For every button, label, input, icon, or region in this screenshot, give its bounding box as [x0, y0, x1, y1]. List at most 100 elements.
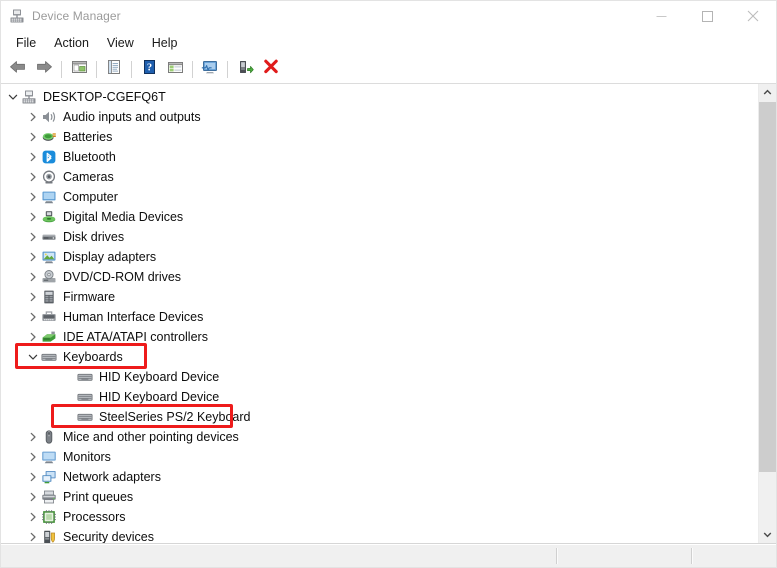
tree-row[interactable]: Print queues: [1, 487, 758, 507]
tree-row[interactable]: Keyboards: [1, 347, 758, 367]
tree-row[interactable]: IDE ATA/ATAPI controllers: [1, 327, 758, 347]
tree-row[interactable]: Human Interface Devices: [1, 307, 758, 327]
menu-file[interactable]: File: [7, 33, 45, 53]
back-button[interactable]: [6, 57, 30, 81]
help-button[interactable]: ?: [137, 57, 161, 81]
tree-row-label: Firmware: [63, 290, 116, 304]
chevron-right-icon[interactable]: [25, 509, 41, 525]
chevron-down-icon[interactable]: [25, 349, 41, 365]
tree-row[interactable]: Processors: [1, 507, 758, 527]
toolbar-separator: [61, 60, 62, 78]
scroll-down-button[interactable]: [759, 526, 776, 543]
minimize-icon: [656, 15, 666, 17]
menu-view[interactable]: View: [98, 33, 143, 53]
show-hide-console-tree-button[interactable]: [67, 57, 91, 81]
device-manager-icon: [9, 8, 25, 24]
tree-row[interactable]: Mice and other pointing devices: [1, 427, 758, 447]
device-tree-scroll-area[interactable]: DESKTOP-CGEFQ6T Audio inputs and outputs B…: [1, 84, 758, 543]
close-button[interactable]: [730, 1, 776, 31]
chevron-right-icon[interactable]: [25, 109, 41, 125]
chevron-right-icon[interactable]: [25, 269, 41, 285]
tree-row-label: Display adapters: [63, 250, 157, 264]
maximize-icon: [701, 10, 713, 22]
chevron-right-icon[interactable]: [25, 469, 41, 485]
tree-row[interactable]: Monitors: [1, 447, 758, 467]
ide-controller-icon: [41, 329, 57, 345]
tree-row[interactable]: HID Keyboard Device: [1, 387, 758, 407]
view-devices-button[interactable]: [163, 57, 187, 81]
tree-row-label: Keyboards: [63, 350, 123, 364]
display-adapter-icon: [41, 249, 57, 265]
tree-row-label: Network adapters: [63, 470, 161, 484]
optical-drive-icon: [41, 269, 57, 285]
chevron-right-icon[interactable]: [25, 249, 41, 265]
computer-root-icon: [21, 89, 37, 105]
chevron-right-icon[interactable]: [25, 149, 41, 165]
status-segment-main: [1, 545, 556, 567]
chevron-right-icon[interactable]: [25, 529, 41, 543]
tree-row-label: HID Keyboard Device: [99, 370, 220, 384]
update-driver-button[interactable]: [233, 57, 257, 81]
tree-row[interactable]: Display adapters: [1, 247, 758, 267]
chevron-right-icon[interactable]: [25, 229, 41, 245]
tree-row[interactable]: Disk drives: [1, 227, 758, 247]
forward-button[interactable]: [32, 57, 56, 81]
device-tree-panel: DESKTOP-CGEFQ6T Audio inputs and outputs B…: [1, 84, 776, 544]
tree-row-label: DVD/CD-ROM drives: [63, 270, 182, 284]
device-list-icon: [167, 59, 184, 80]
menu-action[interactable]: Action: [45, 33, 98, 53]
tree-row-label: Bluetooth: [63, 150, 116, 164]
tree-row[interactable]: Cameras: [1, 167, 758, 187]
printer-icon: [41, 489, 57, 505]
monitor-icon: [41, 449, 57, 465]
tree-row[interactable]: Audio inputs and outputs: [1, 107, 758, 127]
chevron-right-icon[interactable]: [25, 289, 41, 305]
tree-row[interactable]: Firmware: [1, 287, 758, 307]
tree-row[interactable]: Computer: [1, 187, 758, 207]
tree-row[interactable]: SteelSeries PS/2 Keyboard: [1, 407, 758, 427]
scan-for-hardware-changes-button[interactable]: [198, 57, 222, 81]
menu-bar: File Action View Help: [1, 31, 776, 55]
tree-row-label: Cameras: [63, 170, 114, 184]
tree-row[interactable]: DVD/CD-ROM drives: [1, 267, 758, 287]
tree-row[interactable]: Security devices: [1, 527, 758, 543]
tree-row[interactable]: Bluetooth: [1, 147, 758, 167]
chevron-right-icon[interactable]: [25, 429, 41, 445]
console-tree-icon: [71, 59, 88, 80]
uninstall-device-button[interactable]: [259, 57, 283, 81]
maximize-button[interactable]: [684, 1, 730, 31]
chevron-down-icon[interactable]: [5, 89, 21, 105]
chevron-right-icon[interactable]: [25, 449, 41, 465]
chevron-right-icon[interactable]: [25, 169, 41, 185]
keyboard-icon: [77, 369, 93, 385]
chevron-right-icon[interactable]: [25, 189, 41, 205]
chevron-right-icon[interactable]: [25, 329, 41, 345]
chevron-right-icon[interactable]: [25, 209, 41, 225]
properties-icon: [106, 59, 123, 80]
tree-row[interactable]: HID Keyboard Device: [1, 367, 758, 387]
monitor-scan-icon: [201, 59, 219, 80]
keyboard-icon: [77, 409, 93, 425]
tree-row[interactable]: Digital Media Devices: [1, 207, 758, 227]
vertical-scrollbar[interactable]: [758, 84, 776, 543]
svg-text:?: ?: [146, 62, 151, 73]
tree-row[interactable]: DESKTOP-CGEFQ6T: [1, 87, 758, 107]
chevron-right-icon[interactable]: [25, 129, 41, 145]
menu-help[interactable]: Help: [143, 33, 187, 53]
chevron-right-icon[interactable]: [25, 489, 41, 505]
chevron-right-icon[interactable]: [25, 309, 41, 325]
toolbar-separator: [131, 60, 132, 78]
back-arrow-icon: [9, 59, 27, 80]
scroll-up-button[interactable]: [759, 84, 776, 101]
tree-row-label: Disk drives: [63, 230, 125, 244]
minimize-button[interactable]: [638, 1, 684, 31]
scrollbar-thumb[interactable]: [759, 102, 776, 472]
keyboard-icon: [77, 389, 93, 405]
tree-row[interactable]: Network adapters: [1, 467, 758, 487]
tree-row[interactable]: Batteries: [1, 127, 758, 147]
properties-button[interactable]: [102, 57, 126, 81]
hid-icon: [41, 309, 57, 325]
